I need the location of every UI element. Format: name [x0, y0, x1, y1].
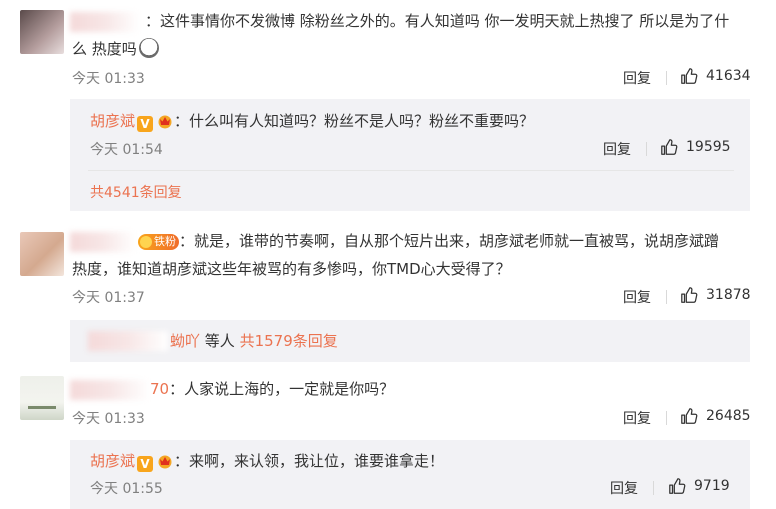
surprised-emoji-icon — [138, 38, 159, 58]
like-button[interactable]: 26485 — [680, 407, 751, 425]
comment-text: 铁粉 ：就是，谁带的节奏啊，自从那个短片出来，胡彦斌老师就一直被骂，说胡彦斌蹭 — [138, 230, 719, 252]
reply-summary[interactable]: 蚴吖 等人 共1579条回复 — [170, 330, 338, 352]
comment-time: 今天 01:33 — [72, 71, 145, 87]
action-divider — [666, 71, 667, 85]
reply-button[interactable]: 回复 — [623, 408, 651, 428]
like-count: 9719 — [694, 478, 730, 494]
like-count: 41634 — [706, 68, 751, 84]
fan-crown-icon — [158, 115, 172, 129]
fan-level-badge: 铁粉 — [138, 234, 179, 250]
thumbs-up-icon — [681, 68, 698, 84]
like-count: 19595 — [686, 139, 731, 155]
thumbs-up-icon — [681, 408, 698, 424]
like-count: 26485 — [706, 408, 751, 424]
comment-text-line2: 么 热度吗 — [72, 38, 159, 60]
thumbs-up-icon — [661, 139, 678, 155]
reply-username[interactable]: 胡彦斌 — [90, 452, 135, 470]
like-button[interactable]: 31878 — [680, 286, 751, 304]
comment-time: 今天 01:33 — [72, 411, 145, 427]
verified-badge-icon: V — [137, 116, 154, 132]
action-divider — [666, 290, 667, 304]
reply-button[interactable]: 回复 — [623, 68, 651, 88]
reply-button[interactable]: 回复 — [623, 287, 651, 307]
reply-text: 胡彦斌 V ：什么叫有人知道吗？粉丝不是人吗？粉丝不重要吗？ — [90, 112, 535, 132]
thumbs-up-icon — [669, 478, 686, 494]
more-replies-link[interactable]: 共4541条回复 — [90, 182, 182, 202]
thumbs-up-icon — [681, 287, 698, 303]
more-replies-link[interactable]: 共1579条回复 — [240, 332, 338, 350]
like-button[interactable]: 41634 — [680, 67, 751, 85]
fan-crown-icon — [158, 455, 172, 469]
action-divider — [666, 411, 667, 425]
action-divider — [653, 481, 654, 495]
reply-button[interactable]: 回复 — [610, 478, 638, 498]
action-divider — [646, 142, 647, 156]
comment-text-line2: 热度，谁知道胡彦斌这些年被骂的有多惨吗，你TMD心大受得了？ — [72, 260, 511, 278]
username-blurred[interactable] — [88, 331, 168, 351]
like-count: 31878 — [706, 287, 751, 303]
avatar[interactable] — [20, 10, 64, 54]
reply-divider — [88, 170, 734, 171]
username-blurred[interactable] — [70, 232, 136, 252]
like-button[interactable]: 9719 — [668, 477, 730, 495]
reply-time: 今天 01:55 — [90, 481, 163, 497]
reply-text: 胡彦斌 V ：来啊，来认领，我让位，谁要谁拿走！ — [90, 452, 445, 472]
avatar[interactable] — [20, 232, 64, 276]
reply-button[interactable]: 回复 — [603, 139, 631, 159]
comment-text: ：这件事情你不发微博 除粉丝之外的。有人知道吗 你一发明天就上热搜了 所以是为了… — [145, 12, 730, 30]
verified-badge-icon: V — [137, 456, 154, 472]
username-blurred[interactable] — [70, 12, 140, 32]
reply-username[interactable]: 胡彦斌 — [90, 112, 135, 130]
reply-time: 今天 01:54 — [90, 142, 163, 158]
username-blurred[interactable] — [70, 380, 150, 400]
avatar[interactable] — [20, 376, 64, 420]
like-button[interactable]: 19595 — [660, 138, 731, 156]
comment-time: 今天 01:37 — [72, 290, 145, 306]
comment-text: 70：人家说上海的，一定就是你吗？ — [150, 380, 395, 398]
